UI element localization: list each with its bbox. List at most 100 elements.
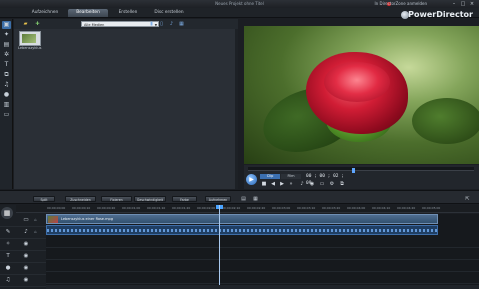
import-folder-icon[interactable]: ▰	[22, 21, 29, 27]
chapter-icon[interactable]: ▥	[2, 101, 11, 109]
media-room-icon[interactable]: ▣	[2, 21, 11, 29]
scrub-bar[interactable]	[248, 167, 474, 173]
speed-button[interactable]: Geschwindigkeit	[134, 196, 166, 202]
login-link[interactable]: In DirectorZone anmelden	[375, 0, 428, 8]
ruler-tick: 00;00;01;00	[122, 206, 141, 210]
timeline-toolbar: Split Zuschneiden Fixieren Geschwindigke…	[0, 190, 479, 204]
timeline-menu-icon[interactable]: ⇱	[464, 196, 471, 202]
room-toolbar: ▣ ✦ ▤ ✲ T ⧉ ♫ ● ▥ ▭	[0, 19, 13, 189]
brand-name: PowerDirector	[408, 10, 473, 19]
ruler-tick: 00;00;05;00	[422, 206, 441, 210]
settings-icon[interactable]: ⚙	[328, 180, 336, 188]
audio-mix-icon[interactable]: ♫	[2, 81, 11, 89]
fx-lane[interactable]	[46, 236, 479, 248]
trim-button[interactable]: Zuschneiden	[65, 196, 96, 202]
view-grid-icon[interactable]: ▦	[178, 21, 185, 27]
ruler-tick: 00;00;02;20	[247, 206, 266, 210]
storyboard-view-icon[interactable]: ▦	[252, 196, 259, 202]
snapshot-icon[interactable]: ◉	[308, 180, 316, 188]
ruler-tick: 00;00;02;00	[197, 206, 216, 210]
effects-icon[interactable]: ✦	[2, 31, 11, 39]
preview-rose-highlight	[324, 62, 390, 102]
music-lane[interactable]	[46, 272, 479, 284]
timeline-ruler[interactable]: 00;00;00;00 00;00;00;10 00;00;00;20 00;0…	[16, 205, 479, 213]
media-filter-value: Alle Medien	[84, 23, 105, 27]
ruler-tick: 00;00;04;00	[347, 206, 366, 210]
audio-track-icon: ✎	[5, 229, 11, 235]
library-toolbar: ▰ ✚ Alle Medien ▼ ▮ ▯ ♪ ▦	[14, 19, 238, 29]
tab-aufzeichnen[interactable]: Aufzeichnen	[26, 9, 64, 17]
plugin-icon[interactable]: ✚	[34, 21, 41, 27]
track-headers: ▦ ▭ ⌂ ✎ ♪ ⌂ ✧ ◉ T ◉ ● ◉ ♫ ◉	[0, 205, 46, 289]
microphone-icon: ●	[5, 265, 11, 271]
tab-disc-erstellen[interactable]: Disc erstellen	[148, 9, 190, 17]
preview-window[interactable]	[244, 26, 479, 164]
title-icon[interactable]: T	[2, 61, 11, 69]
title-lane[interactable]	[46, 248, 479, 260]
video-filter-icon[interactable]: ▮	[148, 21, 155, 27]
audio-waveform	[47, 229, 437, 232]
fix-enhance-button[interactable]: Fixieren	[101, 196, 132, 202]
title-bar: Neues Projekt ohne Titel In DirectorZone…	[0, 0, 479, 8]
subtitle-icon[interactable]: ▭	[2, 111, 11, 119]
transition-icon[interactable]: ⧉	[2, 71, 11, 79]
record-button[interactable]: Aufnehmen	[205, 196, 231, 202]
maximize-button[interactable]: □	[459, 1, 467, 7]
stop-icon[interactable]: ■	[260, 180, 268, 188]
preview-leaf-right	[412, 98, 479, 144]
ruler-tick: 00;00;01;20	[172, 206, 191, 210]
play-button[interactable]: ▶	[246, 174, 257, 185]
ruler-tick: 00;00;04;10	[372, 206, 391, 210]
timeline-tracks: Lebenszyklus einer Rose.mpg	[46, 205, 479, 289]
close-button[interactable]: ×	[468, 1, 476, 7]
tab-erstellen[interactable]: Erstellen	[110, 9, 146, 17]
chevron-down-icon: ▼	[154, 23, 157, 27]
scrub-marker[interactable]	[351, 168, 355, 173]
library-clip[interactable]	[19, 31, 41, 46]
playhead[interactable]	[219, 205, 221, 289]
video-clip[interactable]: Lebenszyklus einer Rose.mpg	[46, 214, 438, 224]
image-filter-icon[interactable]: ▯	[158, 21, 165, 27]
ruler-tick: 00;00;02;10	[222, 206, 241, 210]
tab-bearbeiten[interactable]: Bearbeiten	[68, 9, 108, 17]
pip-icon[interactable]: ▤	[2, 41, 11, 49]
eye-icon[interactable]: ◉	[22, 264, 30, 272]
lock-icon[interactable]: ⌂	[33, 229, 38, 234]
eye-icon[interactable]: ◉	[22, 276, 30, 284]
eye-icon[interactable]: ◉	[22, 252, 30, 260]
library-clip-label: Lebenszyklus	[18, 46, 42, 50]
audio-wave-icon: ♪	[24, 229, 28, 235]
fx-track-icon: ✧	[5, 241, 11, 247]
mode-clip-button[interactable]: Clip	[260, 174, 280, 179]
library-scrollbar[interactable]	[235, 29, 238, 189]
ruler-tick: 00;00;03;00	[272, 206, 291, 210]
minimize-button[interactable]: –	[450, 1, 458, 7]
title-track-icon: T	[6, 253, 10, 259]
ruler-tick: 00;00;04;20	[397, 206, 416, 210]
timecode-display: 00 ; 00 ; 02 ; 09	[306, 174, 344, 186]
undock-icon[interactable]: ⧉	[338, 180, 346, 188]
fast-forward-icon[interactable]: »	[287, 180, 295, 188]
volume-icon[interactable]: ♪	[298, 180, 306, 188]
video-clip-thumbnail	[48, 216, 58, 223]
eye-icon[interactable]: ◉	[22, 240, 30, 248]
timeline-scrollbar[interactable]	[46, 285, 479, 289]
previous-frame-icon[interactable]: ◀	[269, 180, 277, 188]
split-button[interactable]: Split	[33, 196, 55, 202]
particle-icon[interactable]: ✲	[2, 51, 11, 59]
audio-filter-icon[interactable]: ♪	[168, 21, 175, 27]
mode-film-button[interactable]: Film	[281, 174, 301, 179]
color-button[interactable]: Farbe	[172, 196, 197, 202]
clip-thumbnail	[22, 34, 36, 43]
voiceover-icon[interactable]: ●	[2, 91, 11, 99]
playback-controls: ▶ Clip Film 00 ; 00 ; 02 ; 09 ■ ◀ ▶ » ♪ …	[244, 165, 479, 189]
display-icon[interactable]: ▭	[318, 180, 326, 188]
voice-lane[interactable]	[46, 260, 479, 272]
next-frame-icon[interactable]: ▶	[278, 180, 286, 188]
ruler-tick: 00;00;00;00	[47, 206, 66, 210]
audio-clip[interactable]	[46, 225, 438, 235]
timeline-view-icon[interactable]: ▤	[240, 196, 247, 202]
lock-icon[interactable]: ⌂	[33, 217, 38, 222]
video-clip-title: Lebenszyklus einer Rose.mpg	[61, 217, 113, 221]
ruler-tick: 00;00;00;10	[72, 206, 91, 210]
